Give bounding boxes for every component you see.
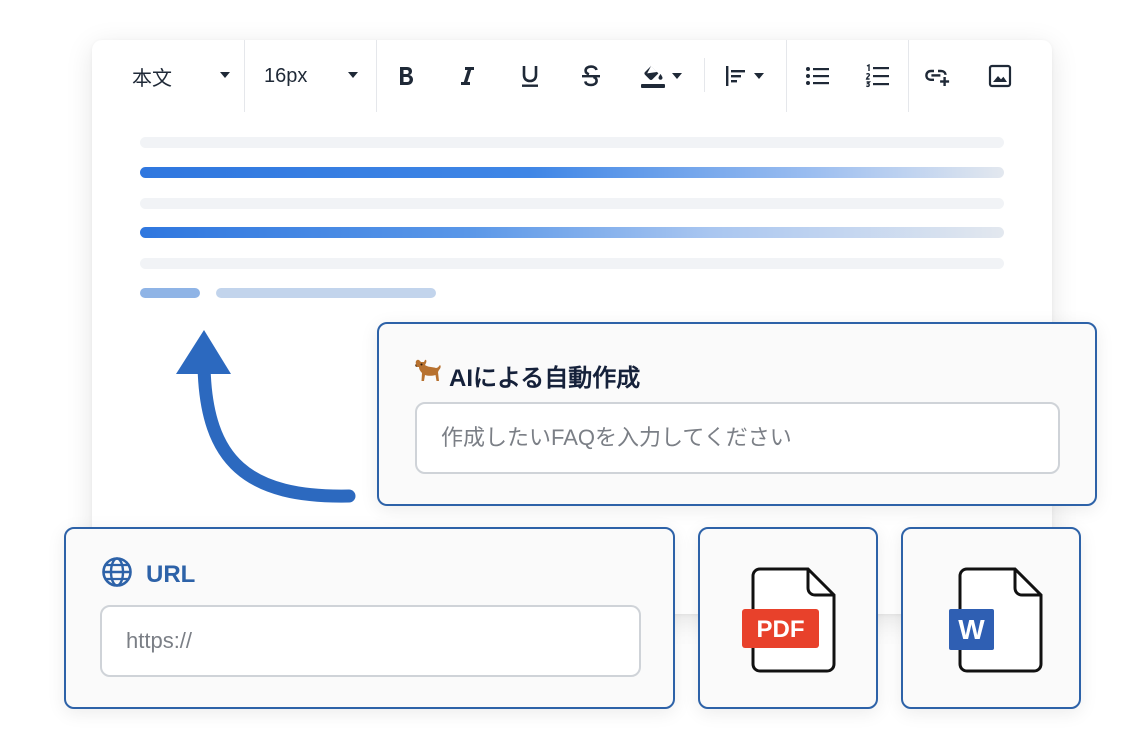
- editor-toolbar: 本文 16px: [92, 40, 1052, 112]
- font-size-select[interactable]: 16px: [264, 62, 364, 90]
- italic-icon: [461, 67, 474, 85]
- link-icon: [925, 69, 950, 86]
- ai-generate-card: AIによる自動作成: [377, 322, 1097, 506]
- generated-text-word: [140, 288, 200, 298]
- image-icon: [988, 64, 1012, 88]
- block-style-value: 本文: [132, 67, 172, 90]
- underline-button[interactable]: [510, 60, 550, 92]
- align-button[interactable]: [718, 60, 770, 92]
- chevron-down-icon: [754, 72, 764, 79]
- word-file-icon: W: [949, 567, 1043, 673]
- pdf-file-icon: PDF: [742, 567, 836, 673]
- text-color-button[interactable]: [635, 60, 687, 92]
- generated-text-word: [216, 288, 436, 298]
- text-placeholder-line: [140, 198, 1004, 209]
- generated-text-line: [140, 167, 1004, 178]
- bullet-list-icon: [806, 67, 829, 85]
- chevron-down-icon: [672, 72, 682, 79]
- bullet-list-button[interactable]: [798, 60, 838, 92]
- toolbar-divider: [704, 58, 705, 92]
- align-left-icon: [726, 66, 745, 86]
- dog-icon: [415, 359, 441, 381]
- url-input[interactable]: [100, 605, 641, 677]
- toolbar-divider: [908, 40, 909, 112]
- strikethrough-button[interactable]: [571, 60, 611, 92]
- toolbar-divider: [376, 40, 377, 112]
- numbered-list-button[interactable]: [858, 60, 898, 92]
- italic-button[interactable]: [447, 60, 487, 92]
- faq-prompt-input[interactable]: [415, 402, 1060, 474]
- insert-image-button[interactable]: [980, 60, 1020, 92]
- pdf-import-card[interactable]: PDF: [698, 527, 878, 709]
- text-placeholder-line: [140, 137, 1004, 148]
- strikethrough-icon: [582, 65, 600, 87]
- bold-button[interactable]: [386, 60, 426, 92]
- pdf-badge-label: PDF: [757, 616, 805, 643]
- curved-arrow-icon: [176, 330, 356, 503]
- font-size-value: 16px: [264, 64, 308, 87]
- url-card-title: URL: [146, 561, 196, 588]
- globe-icon: [102, 557, 132, 587]
- block-style-select[interactable]: 本文: [132, 62, 232, 90]
- underline-icon: [522, 66, 538, 87]
- url-import-card: URL: [64, 527, 675, 709]
- word-badge-label: W: [958, 614, 985, 645]
- toolbar-divider: [244, 40, 245, 112]
- insert-link-button[interactable]: [918, 60, 958, 92]
- word-import-card[interactable]: W: [901, 527, 1081, 709]
- chevron-down-icon: [220, 72, 230, 78]
- toolbar-divider: [786, 40, 787, 112]
- chevron-down-icon: [348, 72, 358, 78]
- text-placeholder-line: [140, 258, 1004, 269]
- numbered-list-icon: [865, 64, 889, 88]
- bold-icon: [400, 67, 413, 85]
- ai-card-title: AIによる自動作成: [449, 365, 641, 392]
- generated-text-line: [140, 227, 1004, 238]
- paint-bucket-icon: [641, 64, 665, 88]
